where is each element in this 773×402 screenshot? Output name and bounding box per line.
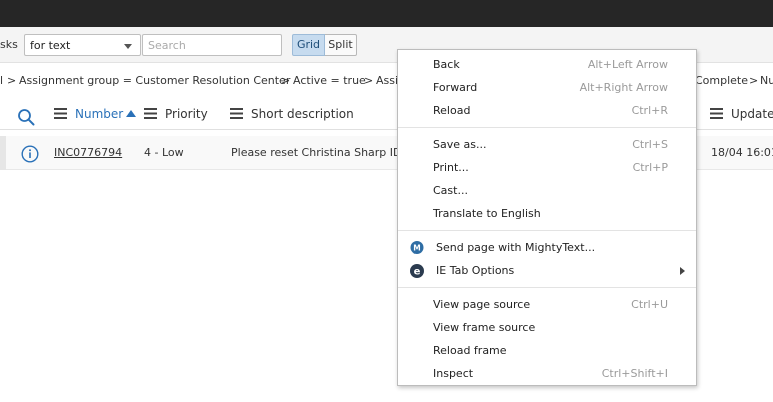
column-header-updated[interactable]: Updated [710, 107, 773, 125]
search-field-select[interactable]: for text [24, 34, 141, 56]
breadcrumb-separator: > [749, 74, 759, 87]
svg-text:M: M [413, 243, 420, 252]
hamburger-menu-icon[interactable] [710, 108, 723, 119]
breadcrumb-item[interactable]: Nu [760, 74, 773, 87]
hamburger-menu-icon[interactable] [54, 108, 67, 119]
menu-item-label: IE Tab Options [436, 264, 515, 277]
column-header-priority[interactable]: Priority [144, 107, 208, 125]
menu-item-reload-frame[interactable]: Reload frame [398, 340, 696, 362]
menu-item-label: Forward [433, 81, 478, 94]
menu-item-reload[interactable]: Reload Ctrl+R [398, 100, 696, 122]
breadcrumb-separator: > [364, 74, 374, 87]
menu-item-print[interactable]: Print... Ctrl+P [398, 157, 696, 179]
menu-item-shortcut: Ctrl+U [631, 298, 668, 311]
breadcrumb-item[interactable]: l [0, 74, 3, 87]
mightytext-icon: M [410, 241, 424, 254]
grid-view-button[interactable]: Grid [292, 34, 325, 56]
breadcrumb-separator: > [281, 74, 291, 87]
menu-item-ie-tab-options[interactable]: e IE Tab Options [398, 260, 696, 282]
menu-item-shortcut: Alt+Right Arrow [579, 81, 668, 94]
info-icon[interactable] [21, 145, 39, 163]
menu-separator [398, 287, 696, 288]
column-header-short-description[interactable]: Short description [230, 107, 354, 125]
menu-item-shortcut: Ctrl+R [631, 104, 668, 117]
menu-item-label: Translate to English [433, 207, 541, 220]
browser-top-bar [0, 0, 773, 27]
column-header-number[interactable]: Number [54, 107, 137, 125]
menu-item-label: View page source [433, 298, 531, 311]
menu-item-shortcut: Alt+Left Arrow [587, 58, 668, 71]
menu-item-mightytext[interactable]: M Send page with MightyText... [398, 237, 696, 259]
menu-separator [398, 127, 696, 128]
context-menu: Back Alt+Left Arrow Forward Alt+Right Ar… [397, 49, 697, 386]
toolbar-title-fragment: sks [0, 38, 18, 51]
menu-item-label: Inspect [433, 367, 474, 380]
short-description-cell: Please reset Christina Sharp ID [231, 146, 402, 159]
column-label: Updated [731, 107, 773, 121]
menu-item-shortcut: Ctrl+Shift+I [601, 367, 668, 380]
column-label: Priority [165, 107, 208, 121]
breadcrumb-item[interactable]: Active = true [293, 74, 366, 87]
menu-item-shortcut: Ctrl+S [632, 138, 668, 151]
row-selection-bar [0, 136, 6, 170]
menu-item-label: Send page with MightyText... [436, 241, 596, 254]
breadcrumb-item[interactable]: Assignment group = Customer Resolution C… [19, 74, 290, 87]
chevron-right-icon [680, 267, 685, 275]
updated-cell: 18/04 16:01 [711, 146, 773, 159]
svg-text:e: e [414, 266, 421, 277]
menu-item-shortcut: Ctrl+P [632, 161, 668, 174]
menu-item-label: Print... [433, 161, 469, 174]
menu-item-save-as[interactable]: Save as... Ctrl+S [398, 134, 696, 156]
breadcrumb-separator: > [7, 74, 17, 87]
ie-tab-icon: e [410, 264, 424, 278]
menu-item-label: Reload frame [433, 344, 507, 357]
menu-item-cast[interactable]: Cast... [398, 180, 696, 202]
hamburger-menu-icon[interactable] [144, 108, 157, 119]
priority-cell: 4 - Low [144, 146, 184, 159]
menu-item-forward[interactable]: Forward Alt+Right Arrow [398, 77, 696, 99]
menu-item-label: Reload [433, 104, 471, 117]
column-label: Short description [251, 107, 354, 121]
menu-item-label: Cast... [433, 184, 468, 197]
sort-ascending-icon [126, 110, 137, 117]
search-input[interactable] [142, 34, 282, 56]
menu-item-view-frame-source[interactable]: View frame source [398, 317, 696, 339]
search-icon[interactable] [17, 108, 35, 126]
menu-item-translate[interactable]: Translate to English [398, 203, 696, 225]
menu-item-label: Save as... [433, 138, 487, 151]
menu-separator [398, 230, 696, 231]
split-view-button[interactable]: Split [325, 34, 357, 56]
menu-item-back[interactable]: Back Alt+Left Arrow [398, 54, 696, 76]
menu-item-label: Back [433, 58, 460, 71]
menu-item-inspect[interactable]: Inspect Ctrl+Shift+I [398, 363, 696, 385]
menu-item-label: View frame source [433, 321, 536, 334]
chevron-down-icon [124, 44, 132, 49]
column-label: Number [75, 107, 124, 121]
incident-number-link[interactable]: INC0776794 [54, 146, 122, 159]
hamburger-menu-icon[interactable] [230, 108, 243, 119]
search-field-value: for text [30, 39, 71, 52]
menu-item-view-page-source[interactable]: View page source Ctrl+U [398, 294, 696, 316]
breadcrumb-item[interactable]: Complete [695, 74, 748, 87]
